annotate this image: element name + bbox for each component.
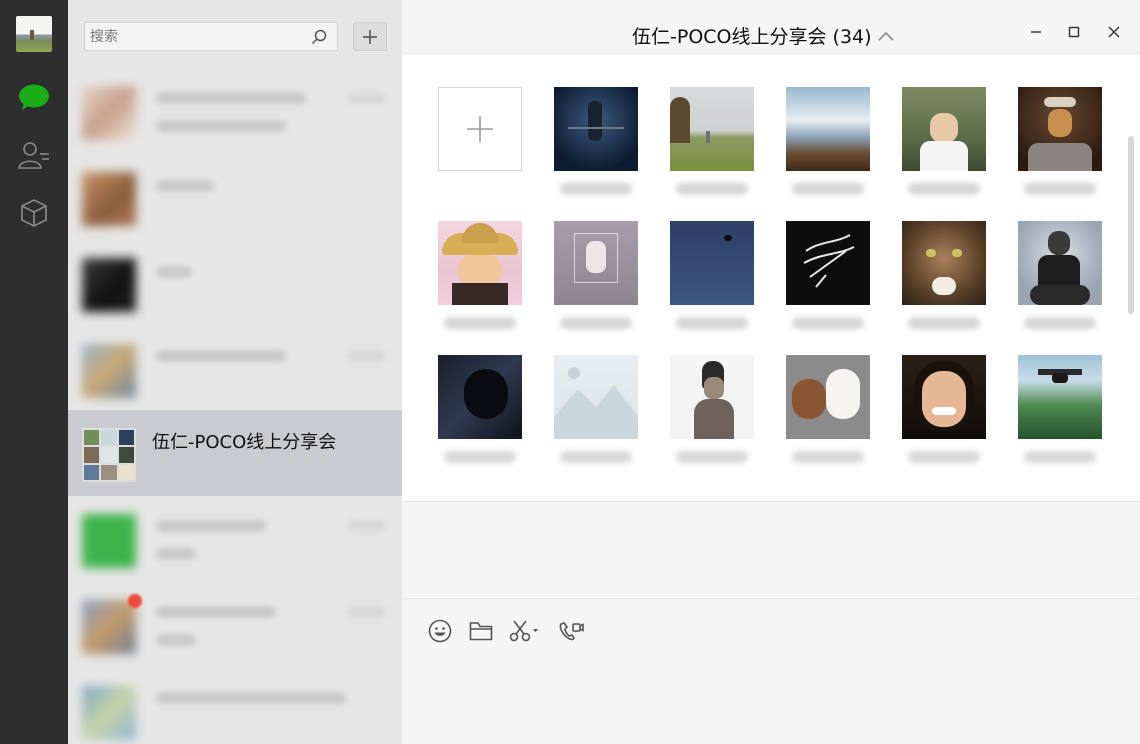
favorites-icon[interactable] (17, 196, 51, 230)
scissors-icon (509, 620, 538, 642)
chat-title: 伍仁-POCO线上分享会 (34) (632, 26, 872, 48)
member-tile[interactable] (1010, 221, 1110, 351)
member-tile[interactable] (894, 87, 994, 217)
member-avatar (1018, 355, 1102, 439)
conversation-item[interactable] (68, 582, 402, 668)
conversation-avatar (82, 514, 136, 568)
chat-icon[interactable] (17, 80, 51, 114)
video-call-icon (559, 622, 584, 641)
member-tile[interactable] (778, 221, 878, 351)
member-avatar (670, 87, 754, 171)
nav-rail (0, 0, 68, 744)
member-tile[interactable] (778, 355, 878, 485)
emoji-icon (428, 619, 452, 643)
member-tile[interactable] (546, 221, 646, 351)
member-tile[interactable] (430, 355, 530, 485)
member-tile[interactable] (894, 221, 994, 351)
conversation-item-active[interactable]: 伍仁-POCO线上分享会 (68, 410, 402, 496)
minimize-icon (1031, 31, 1041, 33)
chevron-up-icon[interactable] (877, 31, 894, 41)
search-input[interactable] (85, 23, 295, 50)
conversation-item[interactable] (68, 668, 402, 744)
member-tile[interactable] (894, 355, 994, 485)
member-avatar (1018, 221, 1102, 305)
member-tile[interactable] (662, 355, 762, 485)
send-file-button[interactable] (467, 617, 495, 645)
user-avatar[interactable] (16, 16, 52, 52)
plus-icon (363, 29, 377, 44)
member-avatar (438, 221, 522, 305)
conversation-avatar (82, 344, 136, 398)
member-tile[interactable] (1010, 87, 1110, 217)
conversation-title: 伍仁-POCO线上分享会 (152, 432, 337, 453)
conversation-item[interactable] (68, 496, 402, 582)
member-avatar (670, 355, 754, 439)
close-icon (1108, 26, 1120, 38)
member-avatar (554, 221, 638, 305)
member-avatar (1018, 87, 1102, 171)
contacts-icon[interactable] (17, 138, 51, 172)
member-avatar (902, 355, 986, 439)
member-tile[interactable] (662, 87, 762, 217)
add-member-button[interactable] (438, 87, 522, 171)
member-avatar (902, 221, 986, 305)
search-icon[interactable] (311, 29, 327, 45)
conversation-avatar (82, 258, 136, 312)
conversation-list: 伍仁-POCO线上分享会 (68, 0, 402, 744)
maximize-button[interactable] (1060, 18, 1088, 46)
search-bar[interactable] (84, 22, 338, 51)
add-member-tile[interactable] (430, 87, 530, 217)
member-avatar (554, 87, 638, 171)
member-avatar (438, 355, 522, 439)
member-avatar (786, 221, 870, 305)
members-scrollbar[interactable] (1128, 136, 1134, 314)
member-tile[interactable] (430, 221, 530, 351)
conversation-avatar (82, 172, 136, 226)
member-avatar (554, 355, 638, 439)
emoji-button[interactable] (426, 617, 454, 645)
video-call-button[interactable] (557, 617, 585, 645)
conversation-avatar (82, 686, 136, 740)
folder-icon (469, 622, 493, 641)
screenshot-button[interactable] (508, 617, 542, 645)
group-members-panel (402, 54, 1140, 502)
conversation-item[interactable] (68, 240, 402, 326)
message-input[interactable] (402, 658, 1140, 744)
chat-title-group[interactable]: 伍仁-POCO线上分享会 (34) (632, 22, 894, 49)
member-tile[interactable] (1010, 355, 1110, 485)
maximize-icon (1068, 26, 1080, 38)
conversation-avatar (82, 86, 136, 140)
message-toolbar (402, 598, 1140, 658)
member-tile[interactable] (546, 355, 646, 485)
member-avatar (786, 87, 870, 171)
conversation-item[interactable] (68, 326, 402, 412)
member-avatar (670, 221, 754, 305)
member-tile[interactable] (778, 87, 878, 217)
member-tile[interactable] (662, 221, 762, 351)
conversation-item[interactable] (68, 68, 402, 154)
close-button[interactable] (1100, 18, 1128, 46)
group-avatar (82, 428, 136, 482)
conversation-item[interactable] (68, 154, 402, 240)
chat-header: 伍仁-POCO线上分享会 (34) (402, 0, 1140, 54)
member-avatar (902, 87, 986, 171)
plus-icon (467, 116, 493, 142)
chat-panel: 伍仁-POCO线上分享会 (34) (402, 0, 1140, 744)
member-avatar (786, 355, 870, 439)
message-input-area[interactable] (402, 658, 1140, 744)
add-chat-button[interactable] (353, 22, 387, 51)
minimize-button[interactable] (1022, 18, 1050, 46)
conversation-avatar (82, 600, 136, 654)
member-tile[interactable] (546, 87, 646, 217)
